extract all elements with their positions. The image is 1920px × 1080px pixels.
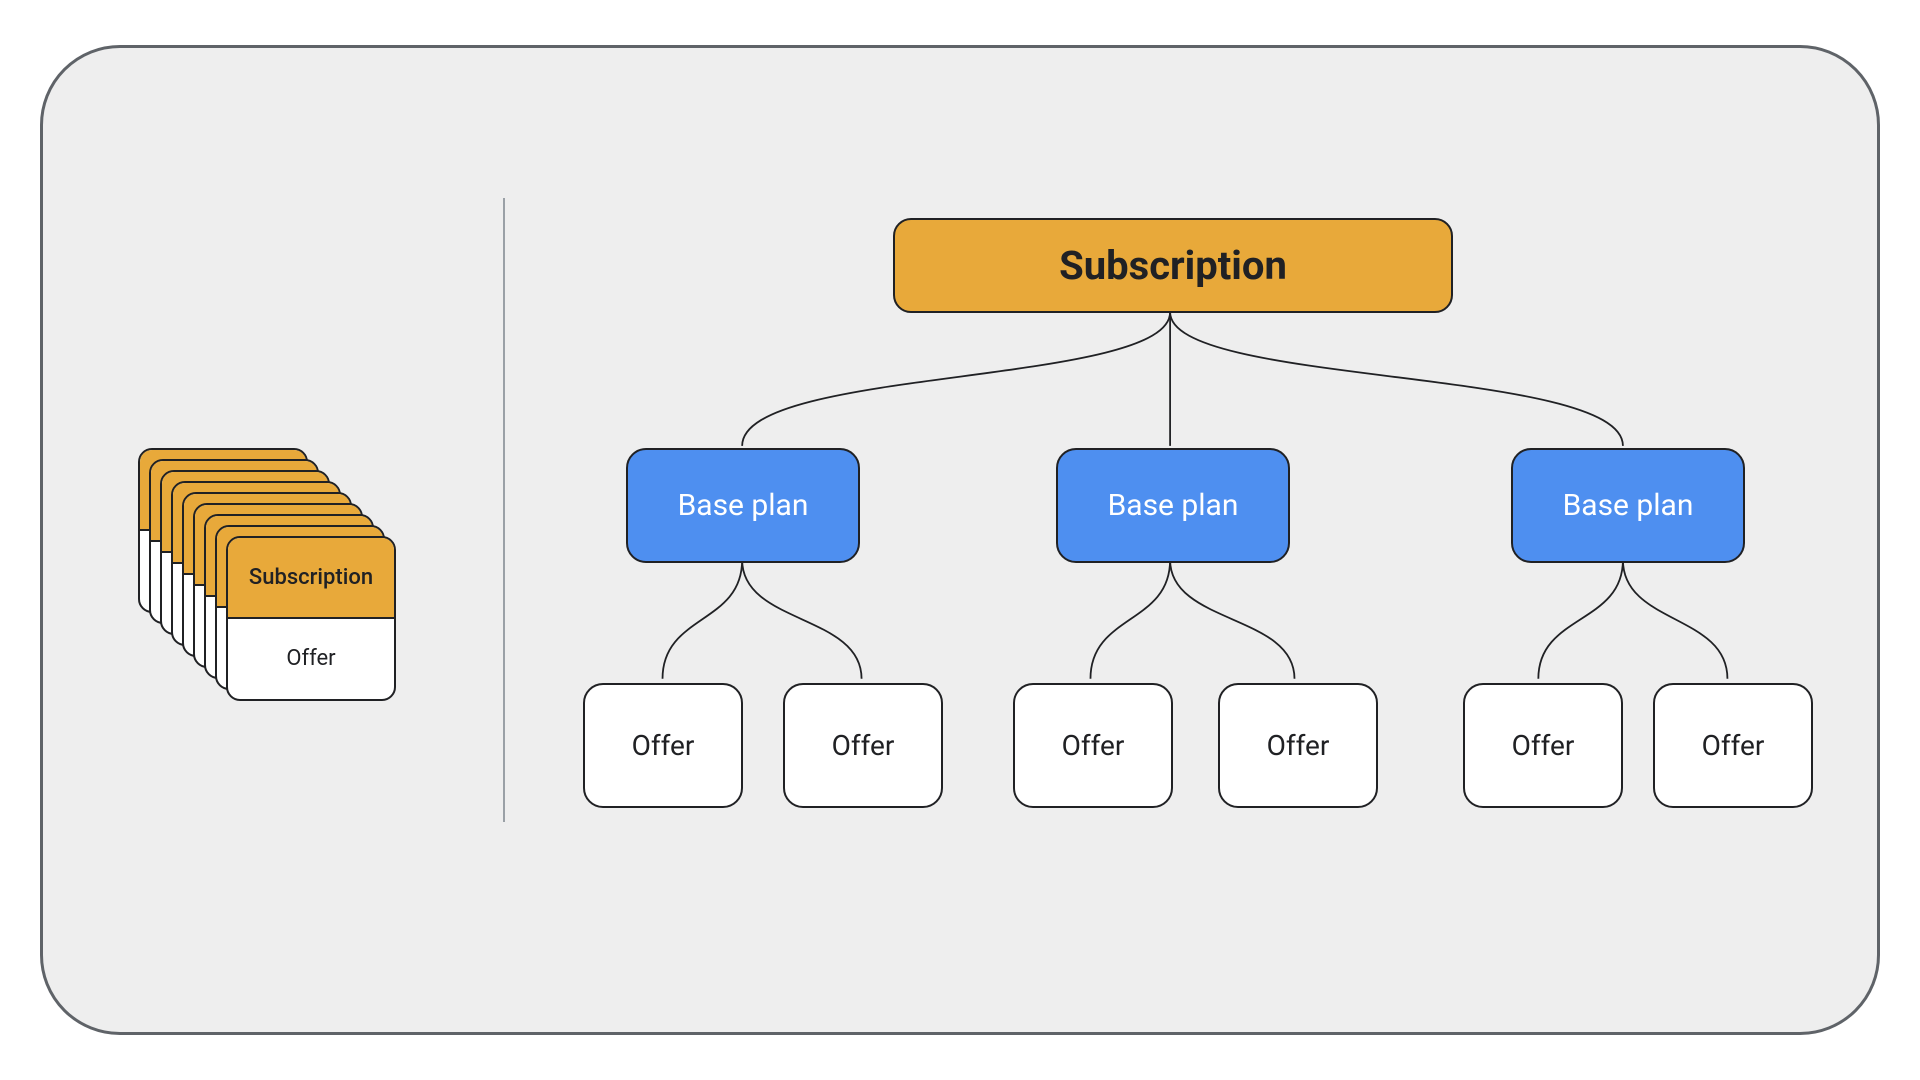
offer-node: Offer	[1218, 683, 1378, 808]
card-bottom-label: Offer	[228, 619, 394, 700]
baseplan-label: Base plan	[678, 488, 809, 523]
offer-node: Offer	[1463, 683, 1623, 808]
baseplan-node: Base plan	[1056, 448, 1290, 563]
vertical-divider	[503, 198, 505, 822]
offer-label: Offer	[1267, 729, 1330, 762]
offer-node: Offer	[583, 683, 743, 808]
stacked-card-front: Subscription Offer	[226, 536, 396, 701]
baseplan-node: Base plan	[626, 448, 860, 563]
offer-label: Offer	[1702, 729, 1765, 762]
subscription-node: Subscription	[893, 218, 1453, 313]
offer-label: Offer	[1512, 729, 1575, 762]
hierarchy-tree: Subscription Base plan Base plan Base pl…	[563, 218, 1817, 862]
offer-label: Offer	[632, 729, 695, 762]
card-top-label: Subscription	[228, 538, 394, 619]
offer-node: Offer	[1653, 683, 1813, 808]
subscription-card-stack: Subscription Offer	[138, 448, 398, 748]
offer-node: Offer	[1013, 683, 1173, 808]
baseplan-label: Base plan	[1563, 488, 1694, 523]
subscription-label: Subscription	[1059, 242, 1287, 289]
offer-label: Offer	[832, 729, 895, 762]
offer-node: Offer	[783, 683, 943, 808]
baseplan-node: Base plan	[1511, 448, 1745, 563]
offer-label: Offer	[1062, 729, 1125, 762]
baseplan-label: Base plan	[1108, 488, 1239, 523]
diagram-frame: Subscription Offer Subscription Base pla…	[40, 45, 1880, 1035]
